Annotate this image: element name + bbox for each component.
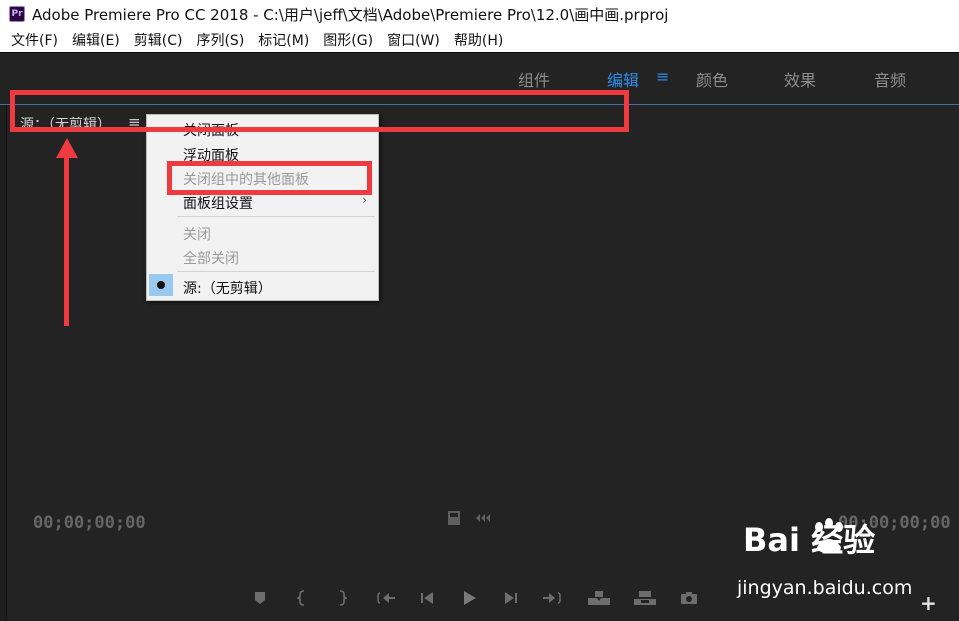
step-forward-icon[interactable]: [500, 591, 522, 609]
drag-video-icon[interactable]: [447, 510, 461, 530]
premiere-app-icon: Pr: [9, 6, 25, 22]
menu-sequence[interactable]: 序列(S): [189, 30, 251, 50]
go-to-in-icon[interactable]: [374, 591, 398, 609]
overwrite-icon[interactable]: [632, 590, 658, 610]
menu-window[interactable]: 窗口(W): [380, 30, 447, 50]
mark-in-icon[interactable]: [292, 590, 312, 610]
drag-audio-icon[interactable]: [475, 510, 491, 530]
mark-out-icon[interactable]: [332, 590, 352, 610]
menu-item-source-no-clip[interactable]: 源:（无剪辑）: [183, 278, 272, 298]
submenu-arrow-icon: ›: [362, 193, 367, 207]
mid-controls: [447, 510, 491, 530]
export-frame-icon[interactable]: [678, 591, 700, 609]
radio-dot-icon: [157, 281, 165, 289]
button-editor-add-icon[interactable]: +: [920, 591, 937, 615]
menu-markers[interactable]: 标记(M): [251, 30, 316, 50]
menu-graphics[interactable]: 图形(G): [316, 30, 380, 50]
workspace-tab-assembly[interactable]: 组件: [518, 67, 550, 91]
menu-file[interactable]: 文件(F): [4, 30, 65, 50]
annotation-box-menu-item: [167, 161, 372, 195]
title-bar: Pr Adobe Premiere Pro CC 2018 - C:\用户\je…: [0, 0, 959, 28]
playhead-timecode[interactable]: 00;00;00;00: [33, 513, 146, 533]
menu-separator: [177, 271, 375, 272]
go-to-out-icon[interactable]: [540, 591, 564, 609]
window-title: Adobe Premiere Pro CC 2018 - C:\用户\jeff\…: [32, 5, 669, 24]
menu-bar: 文件(F) 编辑(E) 剪辑(C) 序列(S) 标记(M) 图形(G) 窗口(W…: [0, 28, 959, 52]
annotation-arrow-head: [56, 138, 78, 158]
paw-icon: [815, 518, 843, 553]
menu-clip[interactable]: 剪辑(C): [127, 30, 190, 50]
workspace-tab-color[interactable]: 颜色: [696, 67, 728, 91]
menu-help[interactable]: 帮助(H): [447, 30, 510, 50]
menu-item-panel-group-settings[interactable]: 面板组设置: [183, 193, 253, 213]
menu-edit[interactable]: 编辑(E): [65, 30, 127, 50]
transport-controls: [250, 590, 700, 610]
insert-icon[interactable]: [586, 590, 612, 610]
watermark-url: jingyan.baidu.com: [737, 577, 913, 599]
menu-separator: [177, 216, 375, 217]
menu-item-close-all[interactable]: 全部关闭: [183, 248, 239, 268]
panel-context-menu: 关闭面板 浮动面板 关闭组中的其他面板 面板组设置 › 关闭 全部关闭 源:（无…: [146, 114, 379, 301]
workspace-tab-audio[interactable]: 音频: [874, 67, 906, 91]
workspace-tab-effects[interactable]: 效果: [784, 67, 816, 91]
marker-icon[interactable]: [250, 591, 270, 609]
step-back-icon[interactable]: [416, 591, 438, 609]
menu-item-close[interactable]: 关闭: [183, 224, 211, 244]
workspace-menu-icon[interactable]: ≡: [656, 67, 669, 86]
play-icon[interactable]: [458, 590, 480, 610]
workspace-tab-editing[interactable]: 编辑: [607, 67, 639, 91]
annotation-box-panel-header: [10, 90, 629, 132]
annotation-arrow-shaft: [64, 156, 69, 326]
